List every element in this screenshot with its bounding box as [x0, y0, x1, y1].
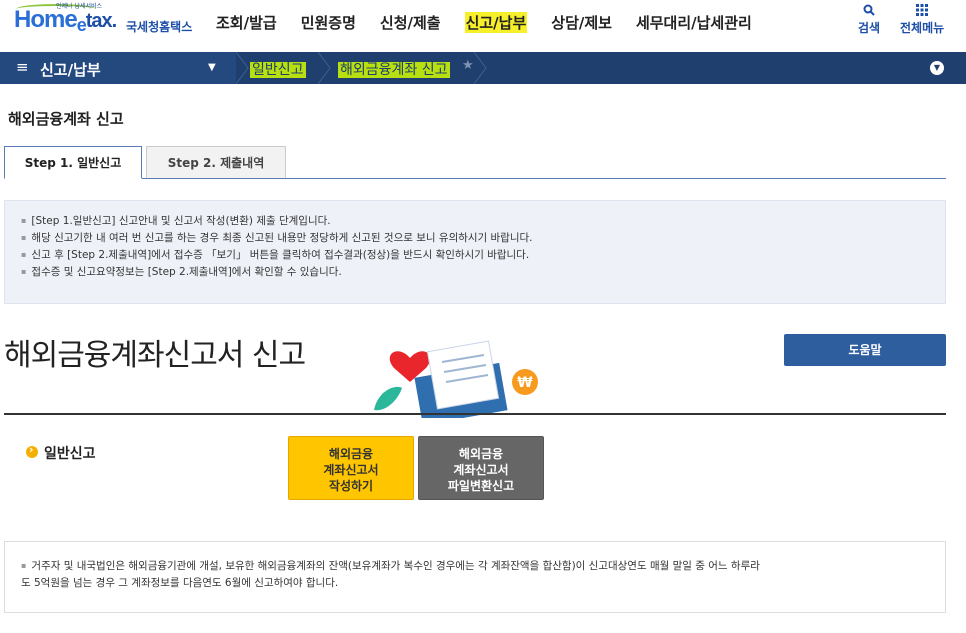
convert-button-line: 파일변환신고	[447, 479, 515, 493]
nav-item-certificate[interactable]: 민원증명	[301, 12, 356, 33]
category-title: 신고/납부	[40, 61, 101, 79]
envelope-illustration-icon: ₩	[374, 340, 538, 418]
notice-line: 거주자 및 내국법인은 해외금융기관에 개설, 보유한 해외금융계좌의 잔액(보…	[21, 558, 945, 575]
search-label: 검색	[858, 21, 881, 35]
page-title: 해외금융계좌 신고	[8, 110, 124, 128]
logo-korean-name: 국세청홈택스	[126, 20, 193, 34]
guidance-line: 해당 신고기한 내 여러 번 신고를 하는 경우 최종 신고된 내용만 정당하게…	[21, 230, 945, 247]
breadcrumb-separator-icon	[474, 52, 487, 84]
caret-down-icon: ▼	[208, 62, 216, 73]
logo-wordmark: Homeetax.	[14, 6, 117, 35]
tab-step1-general[interactable]: Step 1. 일반신고	[4, 146, 142, 179]
nav-item-application[interactable]: 신청/제출	[380, 12, 441, 33]
star-icon[interactable]: ★	[462, 58, 474, 73]
breadcrumb-general-filing[interactable]: 일반신고	[250, 59, 306, 79]
notice-box: 거주자 및 내국법인은 해외금융기관에 개설, 보유한 해외금융계좌의 잔액(보…	[4, 541, 946, 613]
nav-item-filing-payment[interactable]: 신고/납부	[464, 12, 528, 33]
grid-menu-icon	[900, 4, 944, 19]
nav-item-inquiry[interactable]: 조회/발급	[216, 12, 277, 33]
write-button-line: 계좌신고서	[323, 463, 379, 477]
logo-home-text: Home	[14, 6, 78, 33]
full-menu-label: 전체메뉴	[900, 21, 945, 35]
file-convert-report-button[interactable]: 해외금융 계좌신고서 파일변환신고	[418, 436, 544, 500]
category-selector[interactable]: ≡ 신고/납부 ▼	[0, 52, 236, 84]
guidance-line: 신고 후 [Step 2.제출내역]에서 접수증 「보기」 버튼을 클릭하여 접…	[21, 247, 945, 264]
svg-text:₩: ₩	[517, 375, 533, 391]
breadcrumb-separator-icon	[318, 52, 331, 84]
breadcrumb-label-1: 일반신고	[250, 62, 306, 78]
convert-button-line: 해외금융	[458, 447, 504, 461]
main-nav: 조회/발급 민원증명 신청/제출 신고/납부 상담/제보 세무대리/납세관리	[216, 12, 776, 33]
convert-button-line: 계좌신고서	[453, 463, 509, 477]
write-button-line: 해외금융	[328, 447, 374, 461]
breadcrumb-label-2: 해외금융계좌 신고	[338, 62, 450, 78]
section-divider	[4, 413, 946, 415]
form-heading: 해외금융계좌신고서 신고	[4, 338, 306, 373]
full-menu-button[interactable]: 전체메뉴	[900, 4, 944, 36]
tab-step2-history[interactable]: Step 2. 제출내역	[146, 146, 286, 178]
hometax-logo[interactable]: 언제나 납세서비스 Homeetax. 국세청홈택스	[8, 0, 198, 40]
nav-item-tax-agent[interactable]: 세무대리/납세관리	[636, 12, 752, 33]
logo-e-text: e	[76, 15, 87, 35]
guidance-box: [Step 1.일반신고] 신고안내 및 신고서 작성(변환) 제출 단계입니다…	[4, 200, 946, 304]
arrow-bullet-icon	[26, 443, 38, 458]
guidance-line: [Step 1.일반신고] 신고안내 및 신고서 작성(변환) 제출 단계입니다…	[21, 213, 945, 230]
breadcrumb-foreign-account[interactable]: 해외금융계좌 신고	[338, 59, 450, 79]
write-report-button[interactable]: 해외금융 계좌신고서 작성하기	[288, 436, 414, 500]
help-button[interactable]: 도움말	[784, 334, 946, 366]
notice-line: 도 5억원을 넘는 경우 그 계좌정보를 다음연도 6월에 신고하여야 합니다.	[21, 577, 339, 589]
sub-navigation-bar: ≡ 신고/납부 ▼ 일반신고 해외금융계좌 신고 ★ ▼	[0, 52, 966, 84]
step-tabs: Step 1. 일반신고 Step 2. 제출내역	[4, 146, 946, 179]
search-icon	[858, 4, 880, 19]
hamburger-icon: ≡	[16, 58, 29, 76]
write-button-line: 작성하기	[328, 479, 374, 493]
chevron-down-icon[interactable]: ▼	[930, 61, 944, 75]
search-button[interactable]: 검색	[858, 4, 880, 36]
guidance-line: 접수증 및 신고요약정보는 [Step 2.제출내역]에서 확인할 수 있습니다…	[21, 264, 945, 281]
logo-tax-text: tax.	[85, 10, 117, 32]
top-header: 언제나 납세서비스 Homeetax. 국세청홈택스 조회/발급 민원증명 신청…	[0, 0, 966, 42]
nav-item-consult[interactable]: 상담/제보	[551, 12, 612, 33]
section-label-general-filing: 일반신고	[44, 446, 96, 462]
